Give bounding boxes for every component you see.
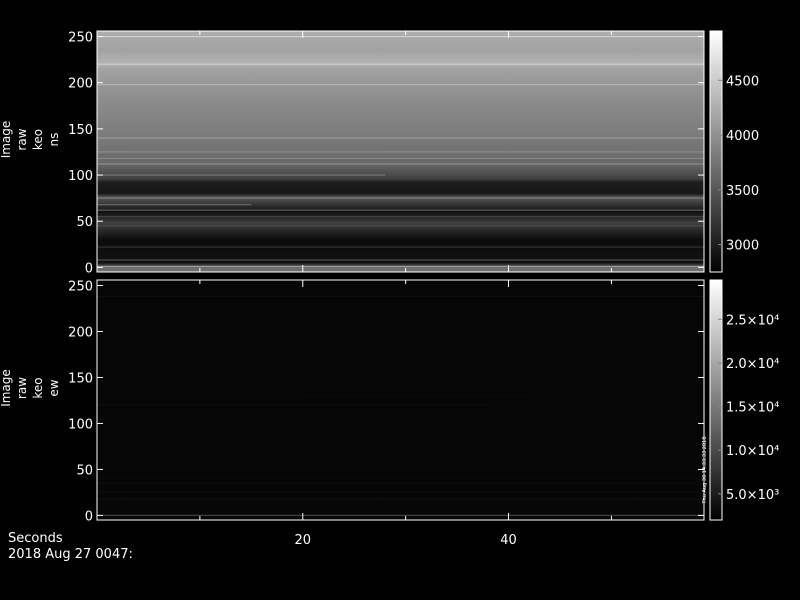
y-tick-label: 250 [68,280,93,295]
timestamp-stamp: Thu Aug 30 14:33:33 2018 [702,436,708,504]
colorbar-tick-label: 1.5×10⁴ [726,401,779,416]
y-tick-label: 0 [85,509,93,524]
y-axis-label-line-4: ns [47,133,61,147]
colorbar-tick-label: 5.0×10³ [726,488,779,503]
colorbar-tick-label: 3500 [726,184,759,199]
y-tick-label: 250 [68,31,93,46]
y-axis-label-line-3: keo [31,377,45,398]
y-tick-label: 50 [76,215,93,230]
colorbar-tick-label: 4000 [726,129,759,144]
colorbar [710,31,722,272]
date-label: 2018 Aug 27 0047: [8,547,133,562]
colorbar-tick-label: 3000 [726,239,759,254]
x-tick-label: 20 [294,533,311,548]
keogram-figure: 050100150200250Image raw keo ns300035004000… [0,30,779,548]
keogram-panel-1: 0 50 100 150 200 250 Image raw keo ns 3000 3500 4000… [0,30,759,276]
y-tick-label: 150 [68,123,93,138]
y-tick-label: 0 [85,261,93,276]
x-tick-label: 40 [500,533,517,548]
colorbar-tick-label: 1.0×10⁴ [726,444,779,459]
y-axis-label-line-1: Image [0,121,13,159]
y-axis-label-line-1: Image [0,369,13,407]
y-axis-label-line-2: raw [15,377,29,399]
colorbar-tick-label: 4500 [726,74,759,89]
colorbar [710,280,722,520]
colorbar-tick-label: 2.5×10⁴ [726,313,779,328]
y-tick-label: 150 [68,371,93,386]
y-axis-label-line-4: ew [47,379,61,396]
y-tick-label: 100 [68,169,93,184]
x-axis-label: Seconds [8,531,63,546]
y-axis-label-line-2: raw [15,128,29,150]
keogram-panel-2: 0 50 100 150 200 250 Image raw keo ew 5.0×10³ 1.0×1… [0,279,779,524]
y-tick-label: 100 [68,417,93,432]
y-tick-label: 50 [76,463,93,478]
y-tick-label: 200 [68,77,93,92]
y-axis-label-line-3: keo [31,129,45,150]
y-tick-label: 200 [68,325,93,340]
colorbar-tick-label: 2.0×10⁴ [726,357,779,372]
heatmap-background [97,280,704,520]
